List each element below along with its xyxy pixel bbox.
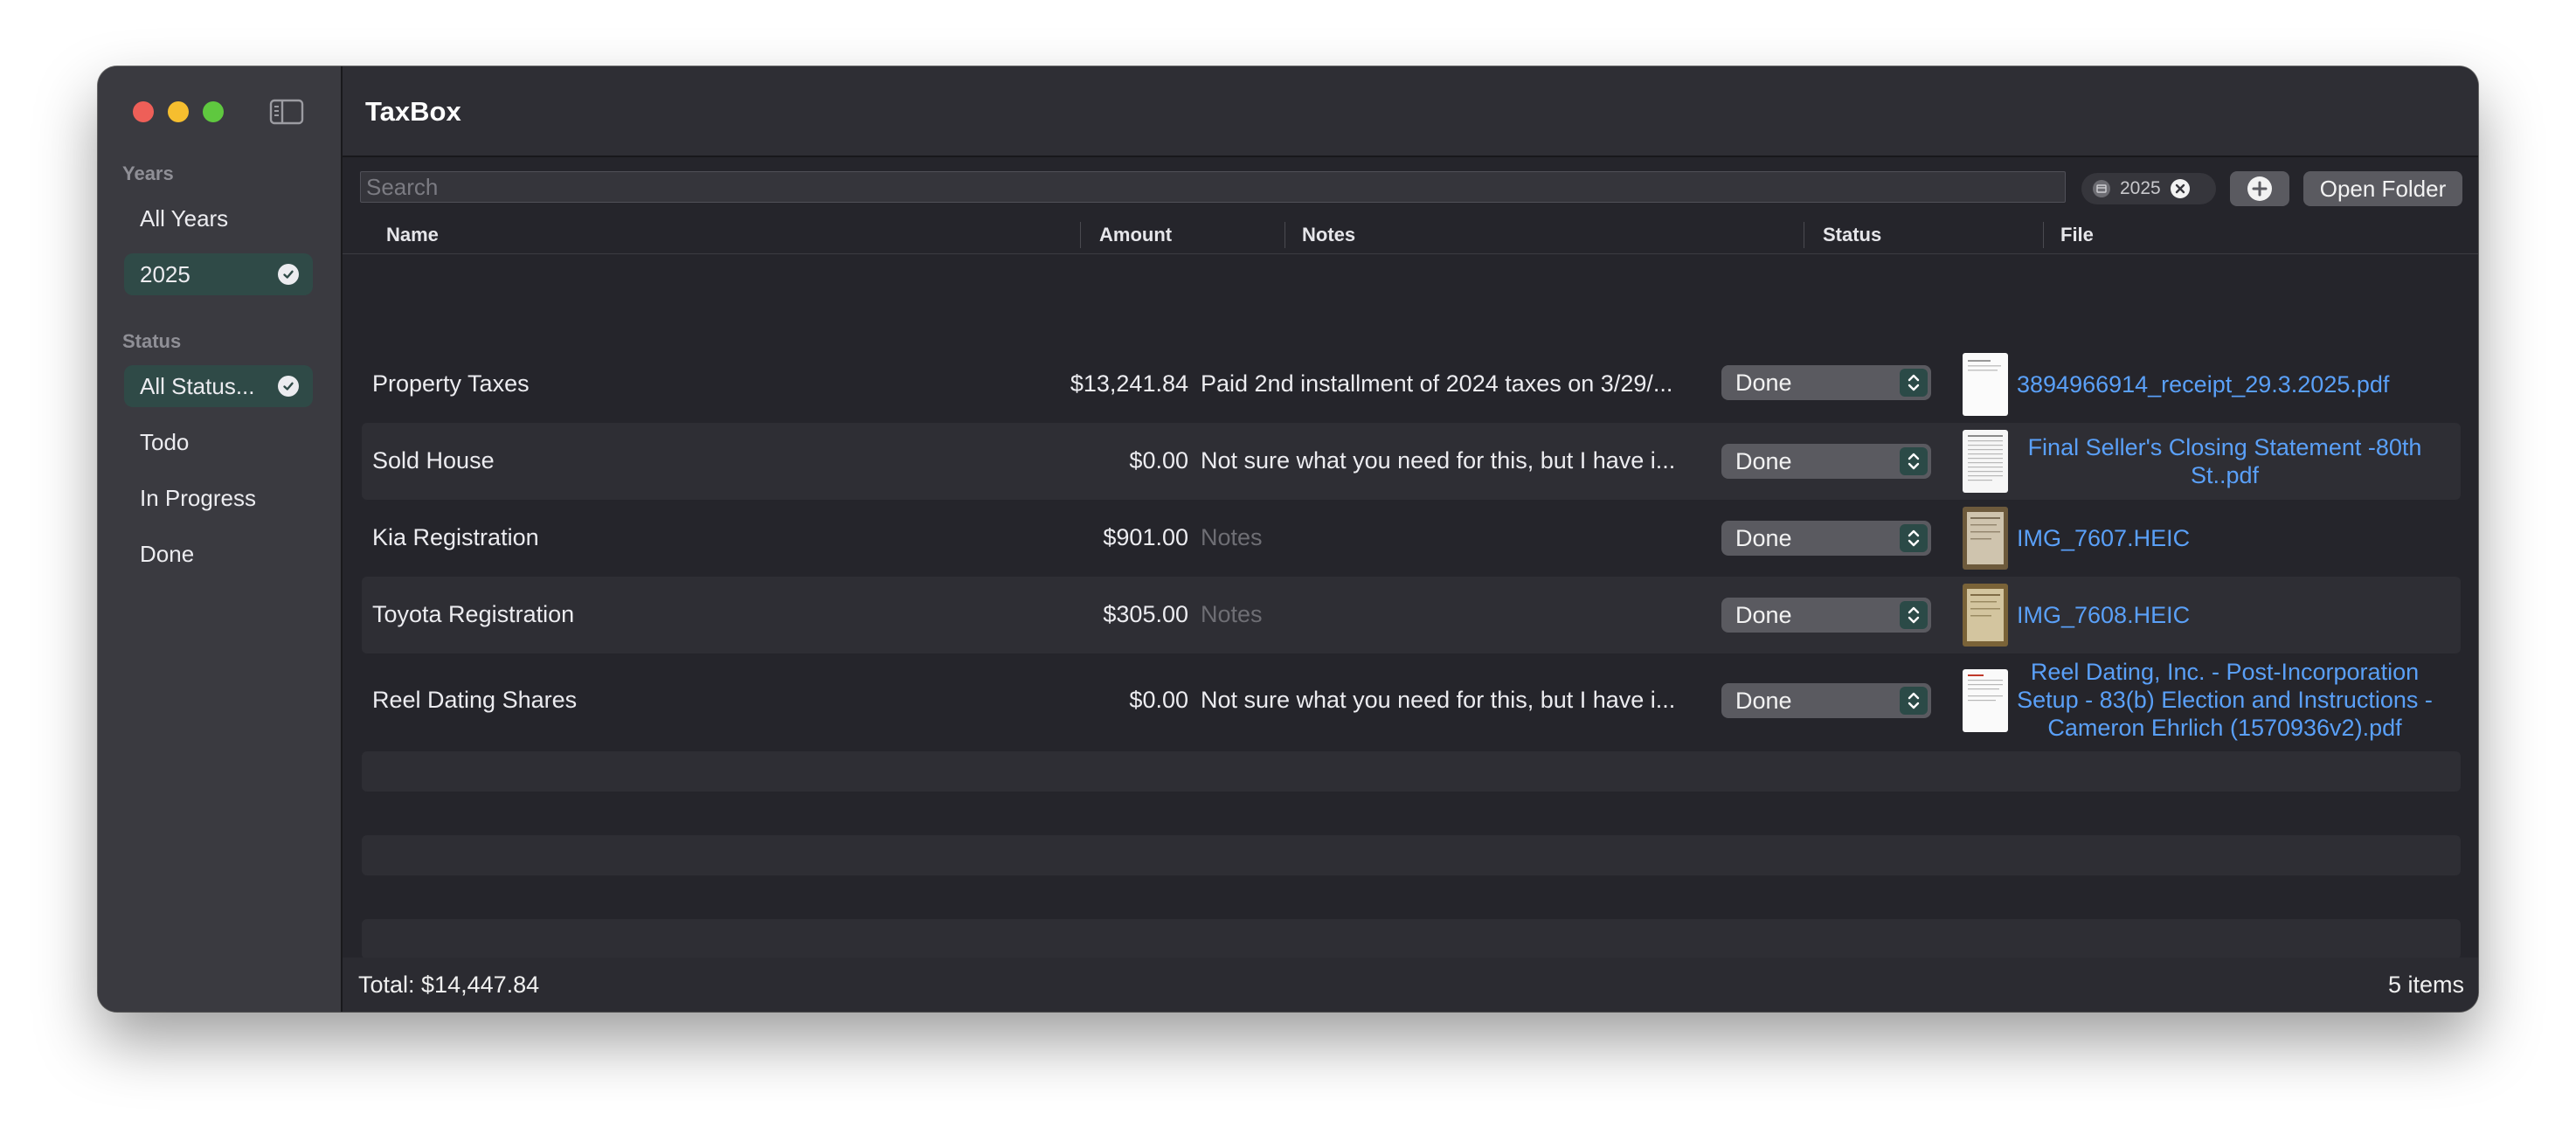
row-amount: $0.00 bbox=[1129, 447, 1188, 474]
column-divider[interactable] bbox=[1080, 222, 1081, 248]
window-controls bbox=[133, 101, 224, 122]
sidebar-item-label: Todo bbox=[140, 428, 190, 455]
table-row[interactable]: Reel Dating Shares $0.00 Not sure what y… bbox=[362, 653, 2461, 746]
calendar-icon bbox=[2093, 180, 2110, 197]
column-divider[interactable] bbox=[2043, 222, 2044, 248]
table-row[interactable]: Toyota Registration $305.00 Notes Done I… bbox=[362, 577, 2461, 653]
file-thumbnail[interactable] bbox=[1963, 507, 2008, 570]
plus-circle-icon bbox=[2247, 176, 2272, 201]
column-header-status[interactable]: Status bbox=[1823, 222, 1881, 248]
open-folder-button[interactable]: Open Folder bbox=[2303, 171, 2462, 206]
row-amount: $0.00 bbox=[1129, 687, 1188, 713]
status-popup-button[interactable]: Done bbox=[1721, 683, 1931, 718]
column-header-file[interactable]: File bbox=[2060, 222, 2094, 248]
sidebar-item-todo[interactable]: Todo bbox=[124, 421, 313, 463]
years-section-title: Years bbox=[122, 163, 174, 184]
status-section-title: Status bbox=[122, 330, 182, 352]
table-row[interactable]: Kia Registration $901.00 Notes Done IMG_… bbox=[362, 500, 2461, 577]
column-header-name[interactable]: Name bbox=[386, 222, 439, 248]
chevron-up-down-icon bbox=[1900, 524, 1928, 552]
table-header: Name Amount Notes Status File bbox=[343, 222, 2478, 254]
column-header-amount[interactable]: Amount bbox=[1099, 222, 1172, 248]
row-notes[interactable]: Paid 2nd installment of 2024 taxes on 3/… bbox=[1201, 370, 1679, 398]
sidebar-item-in-progress[interactable]: In Progress bbox=[124, 477, 313, 519]
chevron-up-down-icon bbox=[1900, 601, 1928, 629]
row-name: Sold House bbox=[372, 447, 495, 474]
item-count: 5 items bbox=[2387, 972, 2464, 998]
sidebar-item-all-status[interactable]: All Status... bbox=[124, 365, 313, 407]
year-token-label: 2025 bbox=[2120, 178, 2161, 198]
app-title: TaxBox bbox=[365, 96, 461, 127]
sidebar-item-label: In Progress bbox=[140, 484, 256, 511]
chevron-up-down-icon bbox=[1900, 369, 1928, 397]
row-amount: $901.00 bbox=[1103, 524, 1188, 550]
chevron-up-down-icon bbox=[1900, 447, 1928, 475]
sidebar-item-label: Done bbox=[140, 540, 195, 567]
clear-token-icon[interactable] bbox=[2170, 178, 2191, 199]
status-popup-button[interactable]: Done bbox=[1721, 444, 1931, 479]
checkmark-icon bbox=[278, 264, 299, 285]
row-amount: $305.00 bbox=[1103, 601, 1188, 627]
row-amount: $13,241.84 bbox=[1070, 370, 1188, 397]
file-link[interactable]: 3894966914_receipt_29.3.2025.pdf bbox=[2017, 370, 2433, 398]
file-link[interactable]: Reel Dating, Inc. - Post-Incorporation S… bbox=[2017, 658, 2433, 742]
row-notes[interactable]: Not sure what you need for this, but I h… bbox=[1201, 447, 1679, 474]
column-header-notes[interactable]: Notes bbox=[1302, 222, 1355, 248]
row-name: Property Taxes bbox=[372, 370, 530, 397]
file-thumbnail[interactable] bbox=[1963, 353, 2008, 416]
status-value: Done bbox=[1735, 448, 1792, 474]
status-popup-button[interactable]: Done bbox=[1721, 365, 1931, 400]
status-popup-button[interactable]: Done bbox=[1721, 598, 1931, 633]
close-window-button[interactable] bbox=[133, 101, 154, 122]
row-notes-placeholder[interactable]: Notes bbox=[1201, 601, 1679, 628]
sidebar-item-label: 2025 bbox=[140, 260, 190, 287]
status-value: Done bbox=[1735, 688, 1792, 714]
chevron-up-down-icon bbox=[1900, 687, 1928, 715]
file-link[interactable]: Final Seller's Closing Statement -80th S… bbox=[2017, 433, 2433, 489]
year-filter-token[interactable]: 2025 bbox=[2081, 173, 2216, 204]
status-value: Done bbox=[1735, 525, 1792, 551]
file-thumbnail[interactable] bbox=[1963, 669, 2008, 732]
file-thumbnail[interactable] bbox=[1963, 430, 2008, 493]
row-name: Reel Dating Shares bbox=[372, 687, 578, 713]
row-name: Toyota Registration bbox=[372, 601, 575, 627]
table-row[interactable]: Property Taxes $13,241.84 Paid 2nd insta… bbox=[362, 346, 2461, 423]
app-window: Years All Years 2025 Status All Status..… bbox=[98, 66, 2478, 1012]
add-item-button[interactable] bbox=[2230, 171, 2289, 206]
sidebar-item-label: All Status... bbox=[140, 372, 255, 399]
status-value: Done bbox=[1735, 602, 1792, 628]
sidebar-item-label: All Years bbox=[140, 204, 229, 232]
sidebar-item-all-years[interactable]: All Years bbox=[124, 197, 313, 239]
minimize-window-button[interactable] bbox=[168, 101, 189, 122]
empty-row bbox=[362, 919, 2461, 959]
sidebar: Years All Years 2025 Status All Status..… bbox=[98, 66, 343, 1012]
table-row[interactable]: Sold House $0.00 Not sure what you need … bbox=[362, 423, 2461, 500]
status-popup-button[interactable]: Done bbox=[1721, 521, 1931, 556]
status-bar: Total: $14,447.84 5 items bbox=[343, 958, 2478, 1012]
total-amount: Total: $14,447.84 bbox=[358, 972, 540, 998]
row-name: Kia Registration bbox=[372, 524, 539, 550]
file-thumbnail[interactable] bbox=[1963, 584, 2008, 647]
status-value: Done bbox=[1735, 370, 1792, 396]
search-input[interactable] bbox=[360, 171, 2066, 203]
zoom-window-button[interactable] bbox=[203, 101, 224, 122]
checkmark-icon bbox=[278, 376, 299, 397]
sidebar-toggle-icon[interactable] bbox=[269, 98, 304, 126]
row-notes[interactable]: Not sure what you need for this, but I h… bbox=[1201, 687, 1679, 714]
file-link[interactable]: IMG_7608.HEIC bbox=[2017, 601, 2433, 629]
main-content: TaxBox 2025 bbox=[343, 66, 2478, 1012]
empty-row bbox=[362, 835, 2461, 875]
title-bar: TaxBox bbox=[343, 66, 2478, 157]
empty-row bbox=[362, 751, 2461, 792]
sidebar-item-done[interactable]: Done bbox=[124, 533, 313, 575]
sidebar-item-year-2025[interactable]: 2025 bbox=[124, 253, 313, 295]
toolbar: 2025 Open Folder bbox=[343, 157, 2478, 206]
row-notes-placeholder[interactable]: Notes bbox=[1201, 524, 1679, 551]
file-link[interactable]: IMG_7607.HEIC bbox=[2017, 524, 2433, 552]
